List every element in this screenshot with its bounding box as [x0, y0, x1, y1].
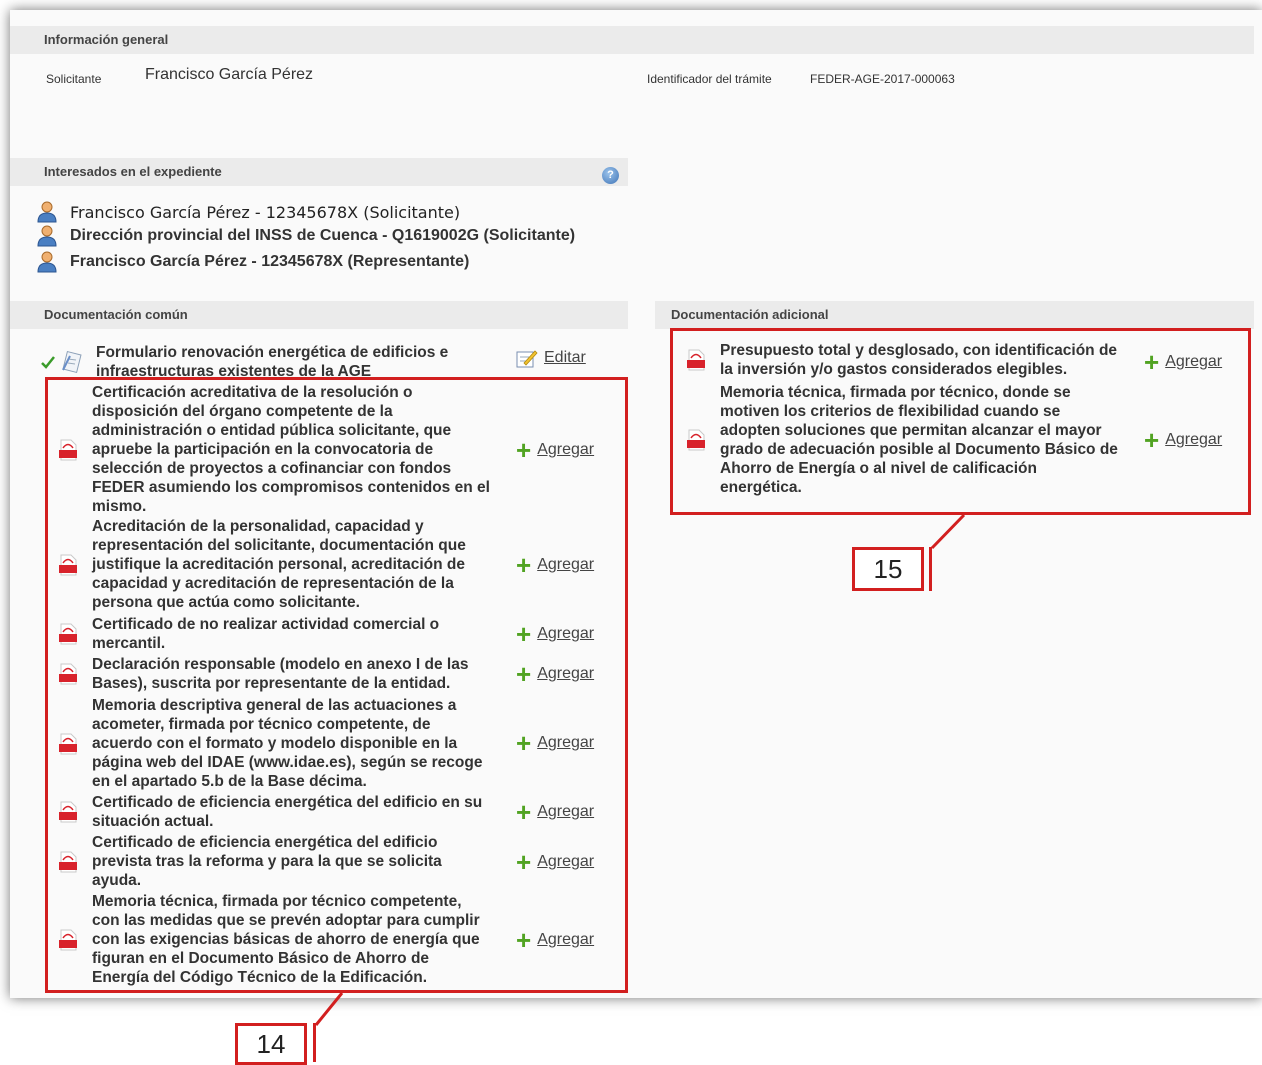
highlight-box-additional [670, 328, 1251, 515]
additional-docs-header: Documentación adicional [655, 301, 1254, 329]
person-name: Francisco García Pérez - 12345678X (Repr… [70, 253, 470, 270]
edit-icon [516, 350, 538, 368]
highlight-box-common [45, 377, 628, 993]
edit-form-button[interactable]: Editar [516, 348, 586, 368]
callout-label-15: 15 [852, 547, 924, 591]
callout-marker [313, 1023, 316, 1062]
form-row: Formulario renovación energética de edif… [40, 343, 448, 381]
person-row: Francisco García Pérez - 12345678X (Soli… [36, 200, 460, 224]
check-icon [41, 356, 55, 369]
procedure-id-value: FEDER-AGE-2017-000063 [810, 72, 955, 86]
form-icon [62, 350, 82, 374]
help-icon[interactable]: ? [602, 167, 619, 184]
user-icon [37, 225, 57, 247]
doc-line: Formulario renovación energética de edif… [96, 344, 449, 361]
person-row: Francisco García Pérez - 12345678X (Repr… [36, 250, 469, 274]
callout-marker [929, 547, 932, 591]
person-name: Dirección provincial del INSS de Cuenca … [70, 227, 576, 244]
person-row: Dirección provincial del INSS de Cuenca … [36, 224, 575, 248]
person-name: Francisco García Pérez - 12345678X (Soli… [70, 202, 461, 222]
user-icon [37, 201, 57, 223]
general-info-header: Información general [10, 26, 1254, 54]
procedure-id-label: Identificador del trámite [647, 72, 772, 86]
edit-link[interactable]: Editar [544, 349, 586, 367]
applicant-label: Solicitante [46, 72, 102, 86]
callout-label-14: 14 [235, 1023, 307, 1065]
common-docs-header: Documentación común [10, 301, 628, 329]
user-icon [37, 251, 57, 273]
applicant-name: Francisco García Pérez [145, 66, 314, 83]
interested-parties-header: Interesados en el expediente [10, 158, 628, 186]
